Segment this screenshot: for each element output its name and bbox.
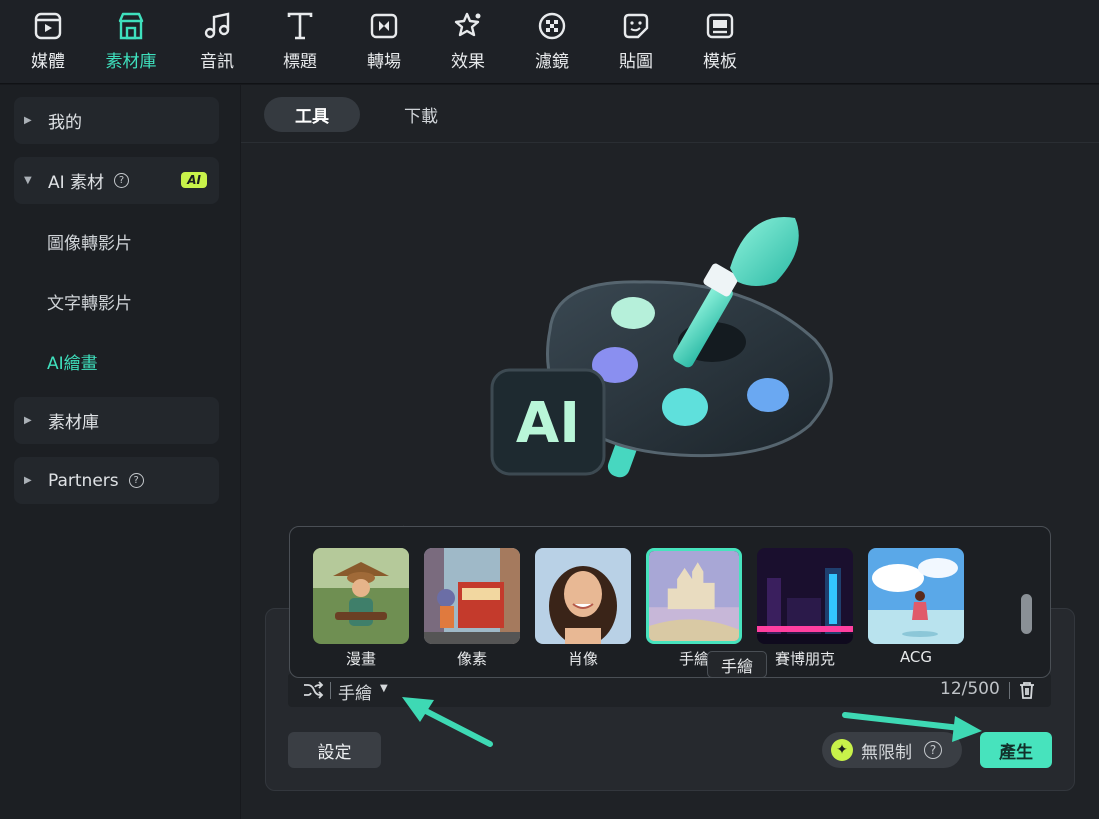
ai-badge-text: AI xyxy=(516,391,580,456)
transition-icon xyxy=(370,13,398,39)
toolbar-stickers-label: 貼圖 xyxy=(619,52,653,72)
sidebar-item-ai-painting[interactable]: AI繪畫 xyxy=(47,349,98,374)
style-thumbnail xyxy=(868,548,964,644)
toolbar-audio[interactable]: 音訊 xyxy=(182,10,252,72)
toolbar-effects-label: 效果 xyxy=(451,52,485,72)
toolbar-transitions[interactable]: 轉場 xyxy=(349,10,419,72)
style-thumbnail xyxy=(313,548,409,644)
sidebar-item-text-to-video[interactable]: 文字轉影片 xyxy=(47,289,132,314)
style-option-portrait[interactable]: 肖像 xyxy=(535,548,631,668)
style-option-cyberpunk[interactable]: 賽博朋克 xyxy=(757,548,853,668)
sidebar-item-label: Partners xyxy=(48,470,119,491)
style-option-pixel[interactable]: 像素 xyxy=(424,548,520,668)
generate-button[interactable]: 產生 xyxy=(980,732,1052,768)
sidebar-item-label: 素材庫 xyxy=(48,413,99,433)
sidebar-item-ai-assets[interactable]: ▼ AI 素材 ? AI xyxy=(14,157,219,204)
caret-down-icon: ▼ xyxy=(24,175,32,186)
toolbar-titles[interactable]: 標題 xyxy=(265,10,335,72)
toolbar-effects[interactable]: 效果 xyxy=(433,10,503,72)
toolbar-titles-label: 標題 xyxy=(283,52,317,72)
ai-palette-illustration: AI xyxy=(490,217,833,478)
filter-icon xyxy=(538,12,566,40)
style-option-acg[interactable]: ACG xyxy=(868,548,964,666)
caret-right-icon: ▶ xyxy=(24,415,32,426)
style-option-label: 漫畫 xyxy=(345,650,376,668)
store-icon xyxy=(118,12,144,40)
toolbar-filters[interactable]: 濾鏡 xyxy=(517,10,587,72)
tab-download[interactable]: 下載 xyxy=(373,97,469,132)
toolbar-templates[interactable]: 模板 xyxy=(685,10,755,72)
style-option-label: 肖像 xyxy=(567,650,598,668)
popup-scrollbar[interactable] xyxy=(1021,594,1032,634)
sidebar-item-label: 我的 xyxy=(48,113,82,133)
credits-indicator[interactable]: ✦ 無限制 ? xyxy=(822,732,962,768)
divider xyxy=(330,682,331,699)
style-thumbnail xyxy=(757,548,853,644)
chevron-down-icon[interactable]: ▼ xyxy=(380,683,388,694)
prompt-input[interactable] xyxy=(288,673,1051,707)
sidebar-item-library[interactable]: ▶ 素材庫 xyxy=(14,397,219,444)
caret-right-icon: ▶ xyxy=(24,475,32,486)
sidebar-item-label: AI 素材 xyxy=(48,173,105,193)
style-thumbnail xyxy=(646,548,742,644)
style-option-label: 像素 xyxy=(456,650,487,668)
help-icon[interactable]: ? xyxy=(924,741,942,759)
style-option-hand-drawn[interactable]: 手繪 xyxy=(646,548,742,668)
toolbar-transitions-label: 轉場 xyxy=(367,52,401,72)
template-icon xyxy=(706,13,734,39)
toolbar-stickers[interactable]: 貼圖 xyxy=(601,10,671,72)
help-icon[interactable]: ? xyxy=(114,173,130,188)
toolbar-store-label: 素材庫 xyxy=(105,52,157,72)
sticker-icon xyxy=(623,13,649,39)
style-thumbnail xyxy=(424,548,520,644)
style-option-label: ACG xyxy=(899,648,933,666)
tab-tools[interactable]: 工具 xyxy=(264,97,360,132)
divider xyxy=(1009,682,1010,699)
toolbar-templates-label: 模板 xyxy=(703,52,737,72)
toolbar-media-label: 媒體 xyxy=(31,52,65,72)
sidebar-item-image-to-video[interactable]: 圖像轉影片 xyxy=(47,229,132,254)
sidebar-item-mine[interactable]: ▶ 我的 xyxy=(14,97,219,144)
settings-button[interactable]: 設定 xyxy=(288,732,381,768)
toolbar-store[interactable]: 素材庫 xyxy=(96,10,166,72)
toolbar-filters-label: 濾鏡 xyxy=(535,52,569,72)
toolbar-audio-label: 音訊 xyxy=(200,52,234,72)
tab-bar: 工具 下載 xyxy=(241,85,1099,143)
style-thumbnail xyxy=(535,548,631,644)
media-icon xyxy=(34,12,62,40)
effects-star-icon xyxy=(454,12,481,37)
help-icon[interactable]: ? xyxy=(128,473,144,488)
music-note-icon xyxy=(204,12,230,39)
style-tooltip: 手繪 xyxy=(707,651,767,678)
char-counter: 12/500 xyxy=(940,679,1000,699)
caret-right-icon: ▶ xyxy=(24,115,32,126)
shuffle-icon[interactable] xyxy=(302,680,324,700)
title-t-icon xyxy=(287,12,313,40)
trash-icon[interactable] xyxy=(1018,680,1036,700)
style-select-value[interactable]: 手繪 xyxy=(338,679,372,704)
style-option-label: 賽博朋克 xyxy=(774,650,835,668)
style-option-comic[interactable]: 漫畫 xyxy=(313,548,409,668)
sidebar-item-partners[interactable]: ▶ Partners ? xyxy=(14,457,219,504)
credits-label: 無限制 xyxy=(861,742,912,763)
toolbar-media[interactable]: 媒體 xyxy=(13,10,83,72)
top-toolbar: 媒體 素材庫 音訊 標題 轉場 效果 濾鏡 貼圖 模板 xyxy=(0,0,1099,84)
ai-badge: AI xyxy=(181,172,207,188)
sparkle-icon: ✦ xyxy=(831,739,853,761)
